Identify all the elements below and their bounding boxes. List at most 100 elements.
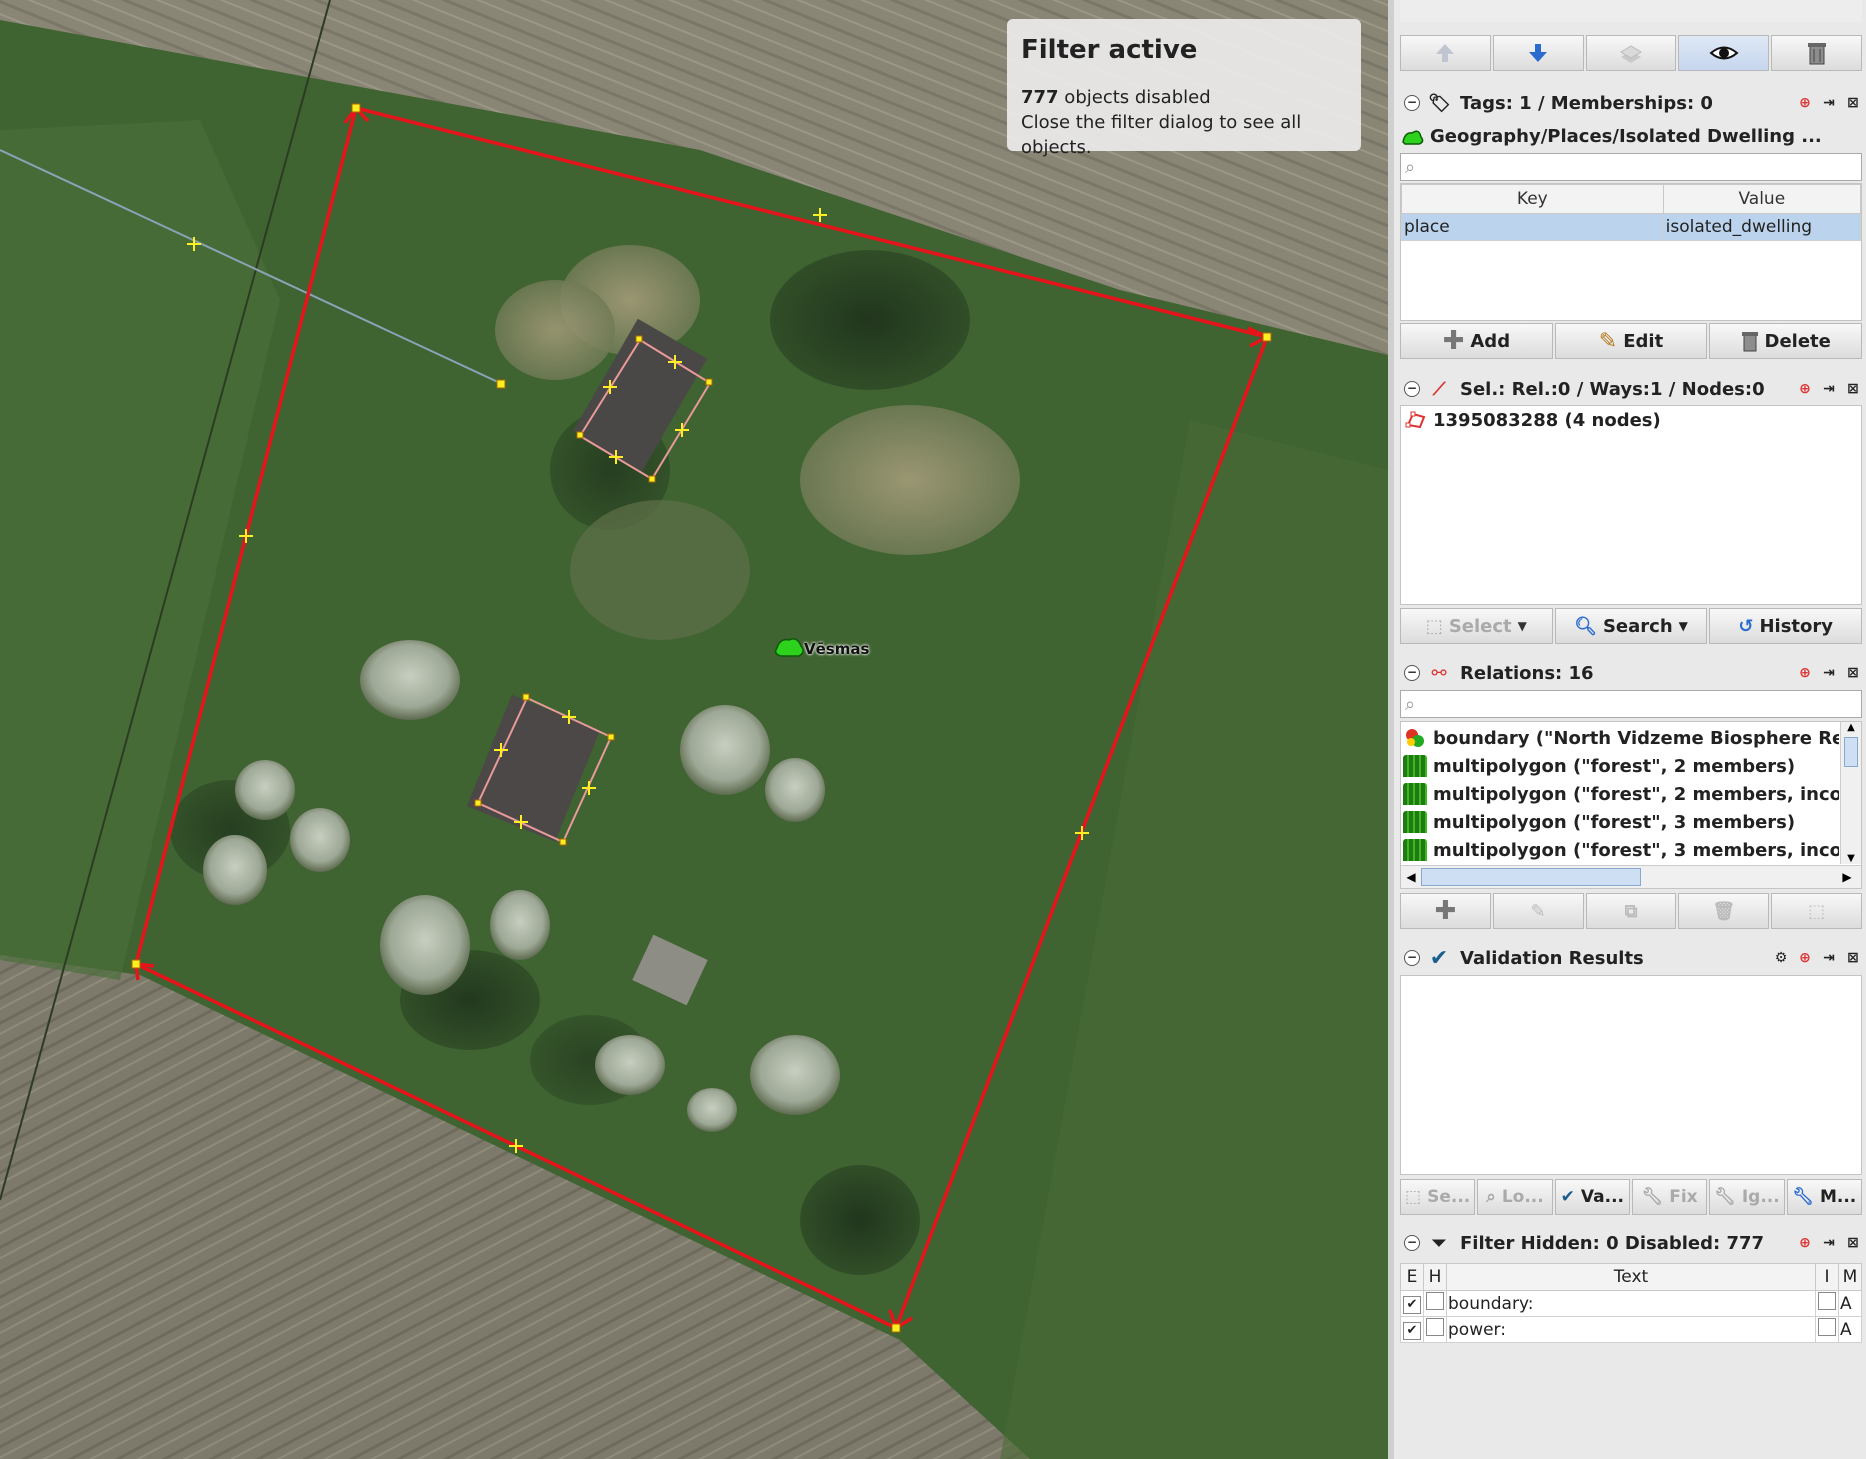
undock-icon[interactable]: ⇥ bbox=[1820, 949, 1838, 967]
filter-row[interactable]: ✔ boundary: A bbox=[1400, 1290, 1862, 1317]
add-relation-button[interactable]: ✚ bbox=[1400, 893, 1491, 929]
tag-value[interactable]: isolated_dwelling bbox=[1662, 213, 1862, 241]
selected-way[interactable] bbox=[133, 105, 1270, 1331]
duplicate-relation-button[interactable]: ⧉ bbox=[1585, 893, 1677, 929]
preset-name: Geography/Places/Isolated Dwelling ... bbox=[1430, 125, 1822, 147]
vertical-scrollbar[interactable]: ▲ ▼ bbox=[1840, 722, 1861, 864]
relations-panel-title: Relations: 16 bbox=[1460, 662, 1594, 684]
close-icon[interactable]: ⊠ bbox=[1844, 949, 1862, 967]
preset-link[interactable]: Geography/Places/Isolated Dwelling ... bbox=[1400, 120, 1862, 152]
hidden-checkbox[interactable] bbox=[1426, 1292, 1444, 1310]
settings-icon[interactable]: ⚙ bbox=[1772, 949, 1790, 967]
delete-tag-button[interactable]: Delete bbox=[1709, 323, 1863, 359]
filter-mode[interactable]: A bbox=[1838, 1316, 1862, 1343]
edit-tag-button[interactable]: ✎ Edit bbox=[1554, 323, 1708, 359]
close-icon[interactable]: ⊠ bbox=[1844, 380, 1862, 398]
history-label: History bbox=[1759, 615, 1833, 637]
move-down-button[interactable] bbox=[1492, 35, 1584, 71]
collapse-toggle-icon[interactable]: − bbox=[1404, 381, 1420, 397]
inverted-column-header[interactable]: I bbox=[1815, 1263, 1839, 1291]
enabled-checkbox[interactable]: ✔ bbox=[1403, 1296, 1421, 1314]
collapse-toggle-icon[interactable]: − bbox=[1404, 665, 1420, 681]
relation-item[interactable]: multipolygon ("forest", 2 members) bbox=[1403, 752, 1839, 780]
help-icon[interactable]: ⊕ bbox=[1796, 94, 1814, 112]
undock-icon[interactable]: ⇥ bbox=[1820, 664, 1838, 682]
osm-data-layer[interactable] bbox=[0, 0, 1388, 1459]
relation-item[interactable]: multipolygon ("forest", 2 members, incom… bbox=[1403, 780, 1839, 808]
filter-row[interactable]: ✔ power: A bbox=[1400, 1316, 1862, 1343]
delete-relation-button[interactable]: 🗑︎ bbox=[1678, 893, 1770, 929]
delete-layer-button[interactable] bbox=[1771, 35, 1862, 71]
scroll-up-icon[interactable]: ▲ bbox=[1841, 722, 1861, 733]
help-icon[interactable]: ⊕ bbox=[1796, 1234, 1814, 1252]
hidden-column-header[interactable]: H bbox=[1423, 1263, 1447, 1291]
merge-layer-button[interactable] bbox=[1585, 35, 1677, 71]
place-node-icon[interactable] bbox=[774, 638, 804, 657]
relation-search-field[interactable]: ⌕ bbox=[1400, 690, 1862, 718]
tag-search-field[interactable]: ⌕ bbox=[1400, 153, 1862, 181]
side-panel: − 🏷 Tags: 1 / Memberships: 0 ⊕ ⇥ ⊠ Geograp… bbox=[1388, 0, 1866, 1459]
value-column-header[interactable]: Value bbox=[1662, 184, 1862, 214]
undock-icon[interactable]: ⇥ bbox=[1820, 94, 1838, 112]
scroll-right-icon[interactable]: ▶ bbox=[1833, 870, 1861, 884]
tag-search-input[interactable] bbox=[1425, 157, 1861, 177]
toggle-visibility-button[interactable] bbox=[1678, 35, 1770, 71]
help-icon[interactable]: ⊕ bbox=[1796, 949, 1814, 967]
collapse-toggle-icon[interactable]: − bbox=[1404, 95, 1420, 111]
select-relation-button[interactable]: ⬚ bbox=[1771, 893, 1862, 929]
history-button[interactable]: ↺ History bbox=[1709, 608, 1863, 644]
filter-text[interactable]: power: bbox=[1446, 1316, 1816, 1343]
tag-key[interactable]: place bbox=[1401, 213, 1664, 241]
filter-mode[interactable]: A bbox=[1838, 1290, 1862, 1317]
close-icon[interactable]: ⊠ bbox=[1844, 94, 1862, 112]
validate-button[interactable]: ✔ Va... bbox=[1554, 1179, 1630, 1215]
relation-item[interactable]: boundary ("North Vidzeme Biosphere Reser… bbox=[1403, 724, 1839, 752]
horizontal-scrollbar[interactable]: ◀ ▶ bbox=[1401, 865, 1861, 888]
move-up-button[interactable] bbox=[1400, 35, 1491, 71]
relation-search-input[interactable] bbox=[1425, 694, 1861, 714]
edit-relation-button[interactable]: ✎ bbox=[1492, 893, 1584, 929]
undock-icon[interactable]: ⇥ bbox=[1820, 380, 1838, 398]
help-icon[interactable]: ⊕ bbox=[1796, 664, 1814, 682]
add-tag-button[interactable]: ✚ Add bbox=[1400, 323, 1553, 359]
more-button[interactable]: 🔧︎ M... bbox=[1786, 1179, 1862, 1215]
ignore-button[interactable]: 🔧︎ Ig... bbox=[1709, 1179, 1785, 1215]
scroll-down-icon[interactable]: ▼ bbox=[1841, 853, 1861, 864]
map-view[interactable]: Vēsmas Filter active 777 objects disable… bbox=[0, 0, 1388, 1459]
relation-item[interactable]: multipolygon ("forest", 3 members) bbox=[1403, 808, 1839, 836]
collapse-toggle-icon[interactable]: − bbox=[1404, 950, 1420, 966]
scrollbar-thumb[interactable] bbox=[1421, 868, 1641, 886]
relation-item-label: multipolygon ("forest", 3 members) bbox=[1433, 811, 1796, 833]
validation-select-button[interactable]: ⬚ Se... bbox=[1400, 1179, 1476, 1215]
tag-row[interactable]: place isolated_dwelling bbox=[1401, 213, 1862, 241]
scrollbar-thumb[interactable] bbox=[1844, 737, 1858, 767]
hidden-checkbox[interactable] bbox=[1426, 1318, 1444, 1336]
selection-item[interactable]: 1395083288 (4 nodes) bbox=[1401, 406, 1861, 434]
building-way[interactable] bbox=[476, 696, 613, 844]
inverted-checkbox[interactable] bbox=[1818, 1318, 1836, 1336]
validation-lookup-button[interactable]: ⌕ Lo... bbox=[1477, 1179, 1553, 1215]
building-way[interactable] bbox=[578, 338, 712, 481]
filter-notice-hint: Close the filter dialog to see all objec… bbox=[1021, 112, 1302, 158]
enabled-column-header[interactable]: E bbox=[1400, 1263, 1424, 1291]
search-label: Search bbox=[1602, 615, 1673, 637]
close-icon[interactable]: ⊠ bbox=[1844, 664, 1862, 682]
mode-column-header[interactable]: M bbox=[1838, 1263, 1862, 1291]
node-squares[interactable] bbox=[131, 103, 1272, 1333]
help-icon[interactable]: ⊕ bbox=[1796, 380, 1814, 398]
validation-buttons: ⬚ Se... ⌕ Lo... ✔ Va... 🔧︎ Fix 🔧︎ Ig... 🔧︎ M..… bbox=[1400, 1179, 1862, 1215]
midpoint-crosses[interactable] bbox=[187, 208, 1089, 1153]
close-icon[interactable]: ⊠ bbox=[1844, 1234, 1862, 1252]
filter-text[interactable]: boundary: bbox=[1446, 1290, 1816, 1317]
key-column-header[interactable]: Key bbox=[1401, 184, 1664, 214]
search-button[interactable]: 🔍︎ Search ▼ bbox=[1554, 608, 1708, 644]
relation-item[interactable]: multipolygon ("forest", 3 members, incom… bbox=[1403, 836, 1839, 864]
enabled-checkbox[interactable]: ✔ bbox=[1403, 1322, 1421, 1340]
collapse-toggle-icon[interactable]: − bbox=[1404, 1235, 1420, 1251]
scroll-left-icon[interactable]: ◀ bbox=[1401, 870, 1421, 884]
text-column-header[interactable]: Text bbox=[1446, 1263, 1816, 1291]
fix-button[interactable]: 🔧︎ Fix bbox=[1631, 1179, 1708, 1215]
select-button[interactable]: ⬚ Select ▼ bbox=[1400, 608, 1553, 644]
undock-icon[interactable]: ⇥ bbox=[1820, 1234, 1838, 1252]
inverted-checkbox[interactable] bbox=[1818, 1292, 1836, 1310]
